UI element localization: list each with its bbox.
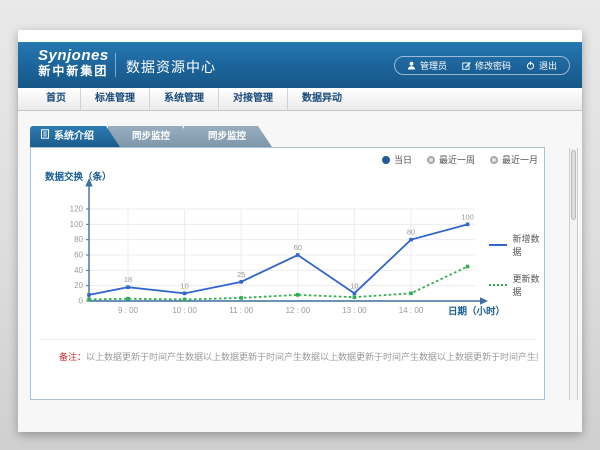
tab-bar: 系统介绍 同步监控 同步监控 (30, 126, 272, 147)
scrollbar-thumb[interactable] (571, 150, 576, 220)
logo-text-cn: 新中新集团 (38, 64, 109, 79)
footnote: 备注：以上数据更新于时间产生数据以上数据更新于时间产生数据以上数据更新于时间产生… (59, 351, 538, 364)
svg-text:0: 0 (79, 297, 84, 306)
nav-item-system-mgmt[interactable]: 系统管理 (149, 88, 218, 110)
svg-text:日期（小时）: 日期（小时） (448, 306, 505, 318)
company-logo: Synjones 新中新集团 (38, 47, 109, 79)
nav-item-standard-mgmt[interactable]: 标准管理 (80, 88, 149, 110)
svg-text:80: 80 (407, 228, 415, 237)
svg-text:100: 100 (461, 212, 474, 221)
svg-text:12 : 00: 12 : 00 (286, 306, 311, 315)
main-nav: 首页 标准管理 系统管理 对接管理 数据异动 (18, 88, 582, 111)
svg-text:14 : 00: 14 : 00 (399, 306, 424, 315)
svg-text:10 : 00: 10 : 00 (172, 306, 197, 315)
edit-icon (462, 61, 471, 70)
tab-label: 系统介绍 (54, 126, 94, 147)
page-title: 数据资源中心 (126, 57, 216, 77)
svg-text:20: 20 (74, 281, 83, 290)
line-chart[interactable]: 0 20 40 60 80 100 120 9 : 00 10 : 00 11 : 00 12 : … (31, 148, 544, 333)
dotted-line-icon (489, 284, 507, 286)
power-icon (526, 61, 535, 70)
legend-item-update-data[interactable]: 更新数据 (489, 272, 544, 298)
chart-legend: 新增数据 更新数据 (489, 148, 544, 298)
tab-sync-monitor-2[interactable]: 同步监控 (184, 126, 272, 147)
change-password-button[interactable]: 修改密码 (462, 59, 511, 72)
user-icon (407, 61, 416, 70)
nav-item-data-change[interactable]: 数据异动 (287, 88, 356, 110)
panel-divider (39, 339, 536, 340)
svg-text:40: 40 (74, 266, 83, 275)
change-password-label: 修改密码 (475, 59, 511, 72)
tab-label: 同步监控 (208, 131, 246, 142)
header-divider (115, 53, 116, 77)
footnote-body: 以上数据更新于时间产生数据以上数据更新于时间产生数据以上数据更新于时间产生数据以… (86, 352, 538, 362)
user-menu: 管理员 修改密码 退出 (394, 56, 570, 75)
nav-item-interface-mgmt[interactable]: 对接管理 (218, 88, 287, 110)
svg-text:18: 18 (124, 275, 132, 284)
tab-label: 同步监控 (132, 131, 170, 142)
content-area: 系统介绍 同步监控 同步监控 当日 最近一周 (18, 111, 582, 432)
svg-text:60: 60 (74, 251, 83, 260)
svg-text:25: 25 (237, 270, 245, 279)
chart-panel: 当日 最近一周 最近一月 数据交换（条） 0204060801001209 : … (30, 147, 545, 400)
document-icon (40, 126, 50, 147)
svg-text:80: 80 (74, 235, 83, 244)
legend-label: 更新数据 (513, 272, 545, 298)
user-account-label: 管理员 (420, 59, 447, 72)
footnote-prefix: 备注： (59, 352, 86, 362)
browser-page: Synjones 新中新集团 数据资源中心 管理员 (18, 30, 582, 432)
nav-item-home[interactable]: 首页 (32, 88, 80, 110)
logout-label: 退出 (539, 59, 557, 72)
legend-item-new-data[interactable]: 新增数据 (489, 232, 544, 258)
svg-text:9 : 00: 9 : 00 (118, 306, 139, 315)
svg-text:60: 60 (294, 243, 302, 252)
logo-text-en: Synjones (38, 47, 109, 64)
tab-system-intro[interactable]: 系统介绍 (30, 126, 120, 147)
svg-text:10: 10 (350, 281, 358, 290)
svg-text:11 : 00: 11 : 00 (229, 306, 253, 315)
svg-text:100: 100 (70, 220, 84, 229)
chart-container: 0 20 40 60 80 100 120 9 : 00 10 : 00 11 : 00 12 : … (31, 148, 544, 333)
tab-sync-monitor-1[interactable]: 同步监控 (108, 126, 196, 147)
vertical-scrollbar[interactable] (569, 148, 578, 400)
svg-text:10: 10 (180, 281, 188, 290)
user-account-button[interactable]: 管理员 (407, 59, 447, 72)
logout-button[interactable]: 退出 (526, 59, 557, 72)
app-header: Synjones 新中新集团 数据资源中心 管理员 (18, 42, 582, 88)
solid-line-icon (489, 244, 507, 246)
legend-label: 新增数据 (513, 232, 545, 258)
svg-text:120: 120 (70, 205, 84, 214)
svg-text:13 : 00: 13 : 00 (342, 306, 367, 315)
